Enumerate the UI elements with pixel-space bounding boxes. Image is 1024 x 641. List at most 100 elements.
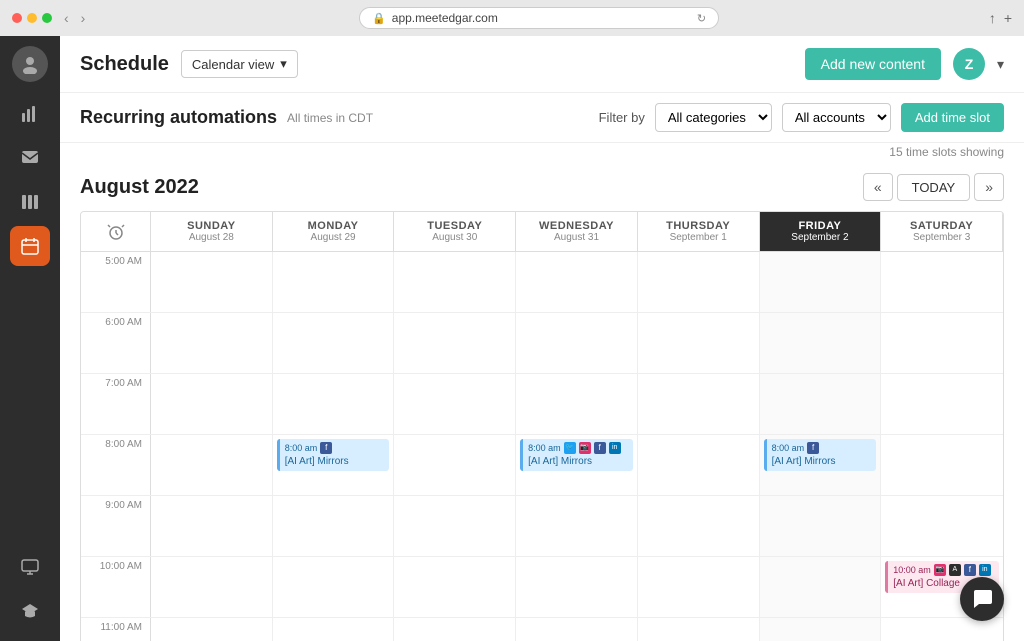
instagram-icon: 📷 bbox=[579, 442, 591, 454]
event-wed-8am[interactable]: 8:00 am 🐦 📷 f in [AI Art] Mirrors bbox=[520, 439, 633, 471]
forward-button[interactable]: › bbox=[77, 8, 90, 28]
maximize-dot[interactable] bbox=[42, 13, 52, 23]
cell-thu-6am[interactable] bbox=[638, 313, 760, 373]
minimize-dot[interactable] bbox=[27, 13, 37, 23]
cell-sat-8am[interactable] bbox=[881, 435, 1003, 495]
cell-sat-5am[interactable] bbox=[881, 252, 1003, 312]
next-month-button[interactable]: » bbox=[974, 173, 1004, 201]
cell-tue-8am[interactable] bbox=[394, 435, 516, 495]
add-timeslot-button[interactable]: Add time slot bbox=[901, 103, 1004, 132]
cell-fri-5am[interactable] bbox=[760, 252, 882, 312]
calendar-view-button[interactable]: Calendar view ▾ bbox=[181, 50, 298, 78]
refresh-icon[interactable]: ↻ bbox=[697, 12, 706, 25]
cell-thu-7am[interactable] bbox=[638, 374, 760, 434]
app-header: Schedule Calendar view ▾ Add new content… bbox=[60, 36, 1024, 93]
avatar[interactable] bbox=[12, 46, 48, 82]
cell-wed-10am[interactable] bbox=[516, 557, 638, 617]
cell-sat-9am[interactable] bbox=[881, 496, 1003, 556]
event-fri-8am[interactable]: 8:00 am f [AI Art] Mirrors bbox=[764, 439, 877, 471]
share-icon[interactable]: ↑ bbox=[989, 10, 996, 26]
today-button[interactable]: TODAY bbox=[897, 174, 971, 201]
header-thursday: THURSDAY September 1 bbox=[638, 212, 760, 252]
sidebar-item-graduation[interactable] bbox=[10, 591, 50, 631]
page-title: Schedule bbox=[80, 53, 169, 76]
cell-wed-7am[interactable] bbox=[516, 374, 638, 434]
cell-mon-6am[interactable] bbox=[273, 313, 395, 373]
cell-mon-10am[interactable] bbox=[273, 557, 395, 617]
event-title: [AI Art] Mirrors bbox=[772, 455, 872, 468]
sidebar-item-library[interactable] bbox=[10, 182, 50, 222]
browser-actions: ↑ + bbox=[989, 10, 1012, 26]
cell-mon-9am[interactable] bbox=[273, 496, 395, 556]
platform-icon: A bbox=[949, 564, 961, 576]
cell-tue-7am[interactable] bbox=[394, 374, 516, 434]
add-tab-icon[interactable]: + bbox=[1004, 10, 1012, 26]
cell-sat-11am[interactable] bbox=[881, 618, 1003, 641]
cell-sun-10am[interactable] bbox=[151, 557, 273, 617]
cell-tue-6am[interactable] bbox=[394, 313, 516, 373]
event-mon-8am[interactable]: 8:00 am f [AI Art] Mirrors bbox=[277, 439, 390, 471]
cell-mon-11am[interactable] bbox=[273, 618, 395, 641]
cell-sun-5am[interactable] bbox=[151, 252, 273, 312]
chevron-down-icon: ▾ bbox=[280, 56, 287, 72]
close-dot[interactable] bbox=[12, 13, 22, 23]
cell-mon-7am[interactable] bbox=[273, 374, 395, 434]
time-6am: 6:00 AM bbox=[81, 313, 151, 373]
calendar-section: August 2022 « TODAY » bbox=[60, 161, 1024, 641]
cell-thu-9am[interactable] bbox=[638, 496, 760, 556]
cell-fri-6am[interactable] bbox=[760, 313, 882, 373]
categories-filter[interactable]: All categories bbox=[655, 103, 772, 132]
url-bar[interactable]: 🔒 app.meetedgar.com ↻ bbox=[359, 7, 719, 29]
sidebar-item-monitor[interactable] bbox=[10, 547, 50, 587]
cell-tue-9am[interactable] bbox=[394, 496, 516, 556]
cell-wed-5am[interactable] bbox=[516, 252, 638, 312]
row-5am: 5:00 AM bbox=[81, 252, 1003, 313]
timeslots-count: 15 time slots showing bbox=[60, 143, 1024, 161]
month-title: August 2022 bbox=[80, 176, 199, 199]
back-button[interactable]: ‹ bbox=[60, 8, 73, 28]
event-time: 10:00 am 📷 A f in bbox=[893, 564, 994, 576]
nav-controls: « TODAY » bbox=[863, 173, 1004, 201]
user-menu-chevron[interactable]: ▾ bbox=[997, 56, 1004, 73]
calendar-grid: SUNDAY August 28 MONDAY August 29 TUESDA… bbox=[80, 211, 1004, 641]
cell-wed-8am[interactable]: 8:00 am 🐦 📷 f in [AI Art] Mirrors bbox=[516, 435, 638, 495]
cell-sun-9am[interactable] bbox=[151, 496, 273, 556]
time-10am: 10:00 AM bbox=[81, 557, 151, 617]
accounts-filter[interactable]: All accounts bbox=[782, 103, 891, 132]
time-7am: 7:00 AM bbox=[81, 374, 151, 434]
prev-month-button[interactable]: « bbox=[863, 173, 893, 201]
cell-wed-9am[interactable] bbox=[516, 496, 638, 556]
cell-mon-8am[interactable]: 8:00 am f [AI Art] Mirrors bbox=[273, 435, 395, 495]
cell-thu-5am[interactable] bbox=[638, 252, 760, 312]
cell-sun-11am[interactable] bbox=[151, 618, 273, 641]
sidebar-item-schedule[interactable] bbox=[10, 226, 50, 266]
row-6am: 6:00 AM bbox=[81, 313, 1003, 374]
cell-thu-8am[interactable] bbox=[638, 435, 760, 495]
cell-tue-11am[interactable] bbox=[394, 618, 516, 641]
cell-fri-9am[interactable] bbox=[760, 496, 882, 556]
header-wednesday: WEDNESDAY August 31 bbox=[516, 212, 638, 252]
cell-thu-10am[interactable] bbox=[638, 557, 760, 617]
cell-fri-7am[interactable] bbox=[760, 374, 882, 434]
cell-sun-7am[interactable] bbox=[151, 374, 273, 434]
cell-mon-5am[interactable] bbox=[273, 252, 395, 312]
cell-sun-6am[interactable] bbox=[151, 313, 273, 373]
cell-fri-10am[interactable] bbox=[760, 557, 882, 617]
cell-sat-7am[interactable] bbox=[881, 374, 1003, 434]
cell-thu-11am[interactable] bbox=[638, 618, 760, 641]
event-time: 8:00 am f bbox=[285, 442, 385, 454]
cell-tue-5am[interactable] bbox=[394, 252, 516, 312]
row-10am: 10:00 AM 10:00 am 📷 A bbox=[81, 557, 1003, 618]
cell-fri-8am[interactable]: 8:00 am f [AI Art] Mirrors bbox=[760, 435, 882, 495]
cell-wed-6am[interactable] bbox=[516, 313, 638, 373]
user-menu-button[interactable]: Z bbox=[953, 48, 985, 80]
chat-bubble[interactable] bbox=[960, 577, 1004, 621]
cell-tue-10am[interactable] bbox=[394, 557, 516, 617]
sidebar-item-analytics[interactable] bbox=[10, 94, 50, 134]
sidebar-item-messages[interactable] bbox=[10, 138, 50, 178]
add-content-button[interactable]: Add new content bbox=[805, 48, 941, 80]
cell-sun-8am[interactable] bbox=[151, 435, 273, 495]
cell-sat-6am[interactable] bbox=[881, 313, 1003, 373]
cell-fri-11am[interactable] bbox=[760, 618, 882, 641]
cell-wed-11am[interactable] bbox=[516, 618, 638, 641]
